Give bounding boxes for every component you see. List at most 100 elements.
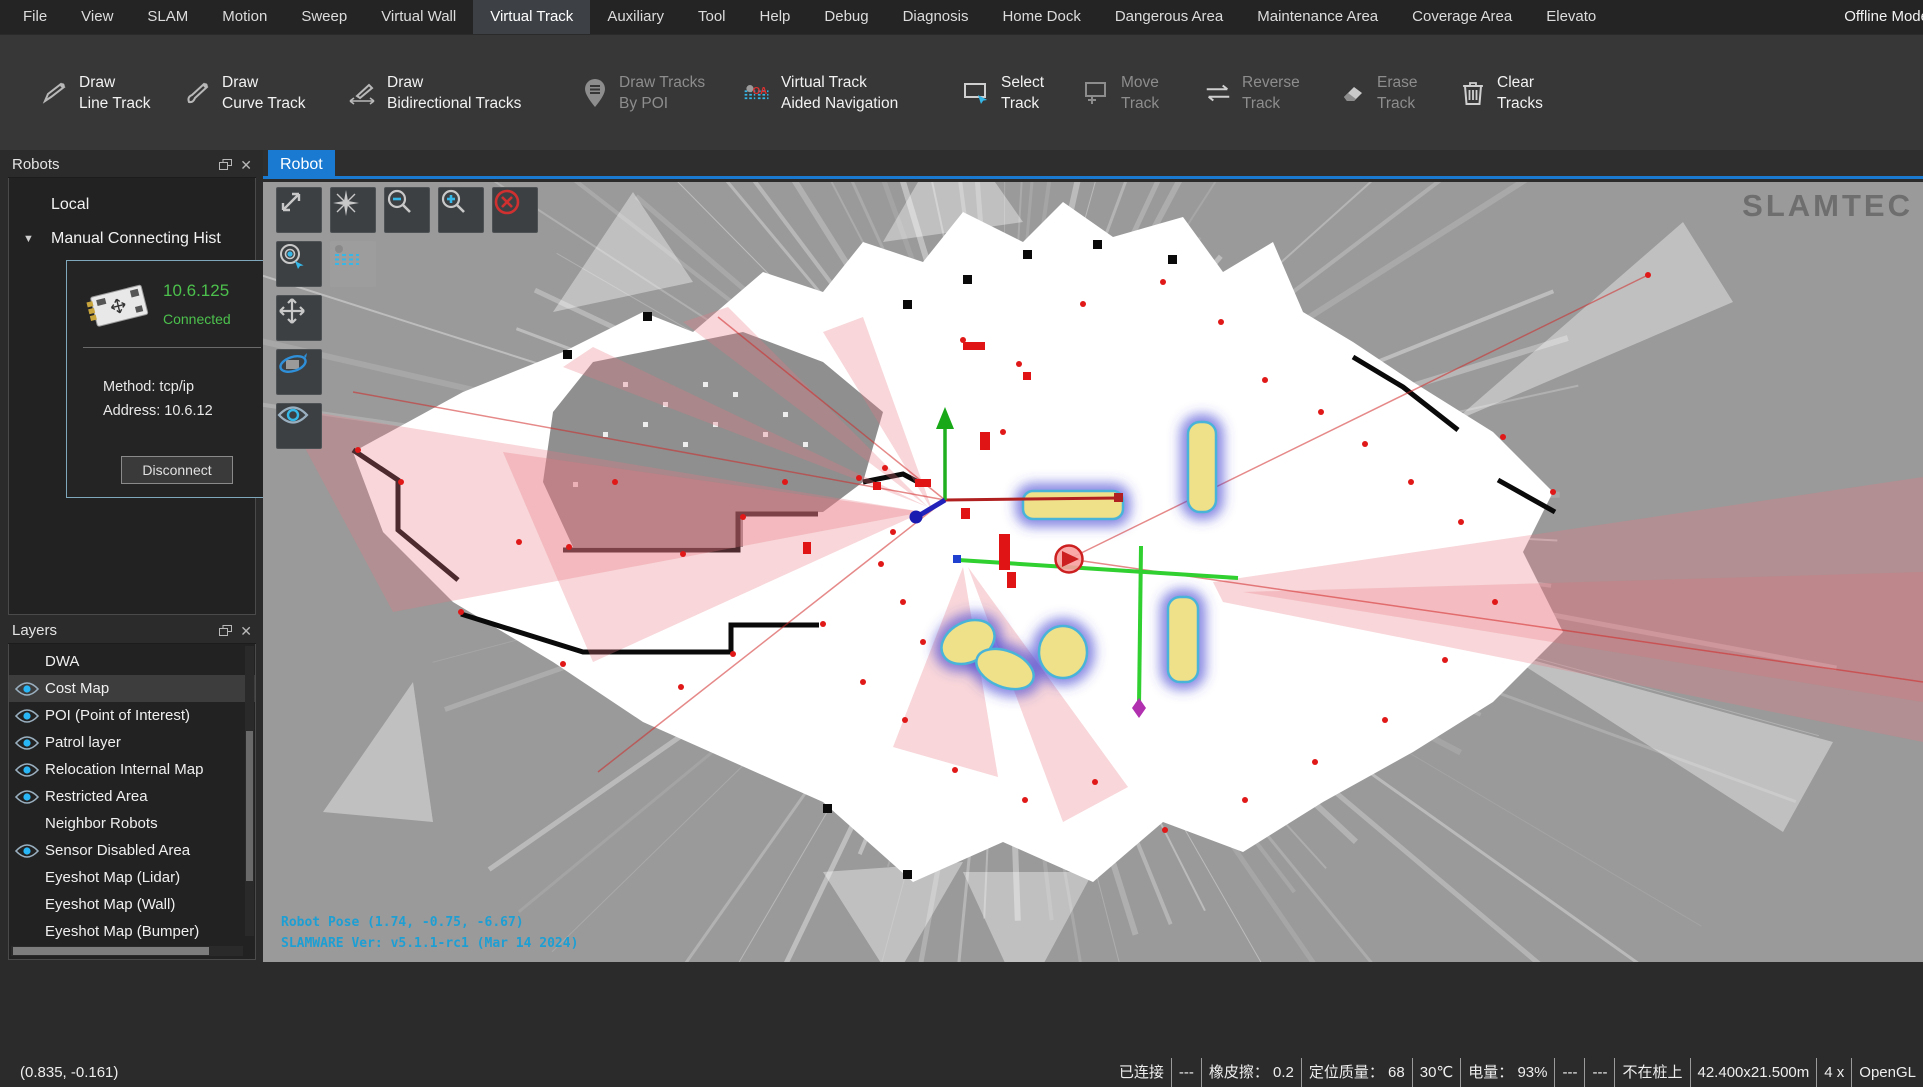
tree-item-manual-connecting[interactable]: ▼ Manual Connecting Hist bbox=[9, 222, 255, 256]
layer-label: Sensor Disabled Area bbox=[45, 842, 190, 859]
menu-item-elevato[interactable]: Elevato bbox=[1529, 0, 1613, 34]
layer-label: Neighbor Robots bbox=[45, 815, 158, 832]
compass-star-button[interactable] bbox=[330, 187, 376, 233]
status-segment: 橡皮擦： 0.2 bbox=[1201, 1058, 1301, 1087]
cursor-coordinates: (0.835, -0.161) bbox=[20, 1058, 118, 1087]
layer-label: POI (Point of Interest) bbox=[45, 707, 190, 724]
menu-item-maintenance-area[interactable]: Maintenance Area bbox=[1240, 0, 1395, 34]
select-rect-icon bbox=[962, 76, 992, 110]
layers-horizontal-scrollbar[interactable] bbox=[11, 946, 243, 956]
status-segment: 已连接 bbox=[1112, 1058, 1171, 1087]
layer-label: Restricted Area bbox=[45, 788, 148, 805]
cancel-button[interactable] bbox=[492, 187, 538, 233]
slamtec-watermark: SLAMTEC bbox=[1742, 188, 1913, 224]
fit-view-button[interactable] bbox=[276, 187, 322, 233]
reverse-arrows-icon bbox=[1203, 76, 1233, 110]
rotate-view-button[interactable] bbox=[276, 349, 322, 395]
layer-row-neighbor-robots[interactable]: Neighbor Robots bbox=[9, 810, 255, 837]
eye-visibility-icon[interactable] bbox=[15, 735, 39, 751]
menu-item-virtual-track[interactable]: Virtual Track bbox=[473, 0, 590, 34]
tree-item-local[interactable]: Local bbox=[9, 188, 255, 222]
layer-label: Relocation Internal Map bbox=[45, 761, 203, 778]
robot-ip: 10.6.125 bbox=[163, 281, 229, 301]
connection-method: Method: tcp/ip bbox=[103, 379, 194, 395]
clear-tracks-button[interactable]: ClearTracks bbox=[1458, 35, 1543, 151]
menu-item-auxiliary[interactable]: Auxiliary bbox=[590, 0, 681, 34]
menu-item-motion[interactable]: Motion bbox=[205, 0, 284, 34]
float-panel-icon[interactable] bbox=[219, 152, 232, 178]
robots-panel-title: Robots ✕ bbox=[8, 152, 256, 178]
layer-row-eyeshot-map-wall-[interactable]: Eyeshot Map (Wall) bbox=[9, 891, 255, 918]
draw-tracks-by-poi-button: Draw TracksBy POI bbox=[580, 35, 705, 151]
close-panel-icon[interactable]: ✕ bbox=[240, 152, 252, 178]
map-canvas[interactable]: SLAMTEC Robot Pose (1.74, -0.75, -6.67) … bbox=[263, 182, 1923, 962]
draw-bidirectional-tracks-button[interactable]: DrawBidirectional Tracks bbox=[348, 35, 521, 151]
erase-track-button: EraseTrack bbox=[1338, 35, 1418, 151]
layer-row-sensor-disabled-area[interactable]: Sensor Disabled Area bbox=[9, 837, 255, 864]
eye-visibility-icon[interactable] bbox=[15, 789, 39, 805]
eye-visibility-icon[interactable] bbox=[15, 843, 39, 859]
robot-pose-text: Robot Pose (1.74, -0.75, -6.67) bbox=[281, 912, 578, 933]
float-panel-icon[interactable] bbox=[219, 618, 232, 644]
menu-item-help[interactable]: Help bbox=[743, 0, 808, 34]
layer-row-eyeshot-map-lidar-[interactable]: Eyeshot Map (Lidar) bbox=[9, 864, 255, 891]
visibility-button[interactable] bbox=[276, 403, 322, 449]
layer-row-dwa[interactable]: DWA bbox=[9, 648, 255, 675]
menu-item-slam[interactable]: SLAM bbox=[130, 0, 205, 34]
tree-expand-arrow-icon[interactable]: ▼ bbox=[23, 222, 34, 256]
track-endpoint bbox=[953, 555, 961, 563]
layer-row-poi-point-of-interest-[interactable]: POI (Point of Interest) bbox=[9, 702, 255, 729]
status-segment: 不在桩上 bbox=[1614, 1058, 1689, 1087]
menu-item-sweep[interactable]: Sweep bbox=[284, 0, 364, 34]
lidar-scan-button bbox=[330, 241, 376, 287]
zoom-in-button[interactable] bbox=[438, 187, 484, 233]
menu-item-file[interactable]: File bbox=[6, 0, 64, 34]
menu-item-view[interactable]: View bbox=[64, 0, 130, 34]
menu-item-coverage-area[interactable]: Coverage Area bbox=[1395, 0, 1529, 34]
menu-item-home-dock[interactable]: Home Dock bbox=[985, 0, 1097, 34]
disconnect-button[interactable]: Disconnect bbox=[121, 456, 233, 484]
layer-row-patrol-layer[interactable]: Patrol layer bbox=[9, 729, 255, 756]
menu-bar: FileViewSLAMMotionSweepVirtual WallVirtu… bbox=[0, 0, 1923, 34]
eye-visibility-icon[interactable] bbox=[15, 762, 39, 778]
oa-navigation-icon: OA bbox=[742, 76, 772, 110]
menu-item-tool[interactable]: Tool bbox=[681, 0, 743, 34]
pencil-curve-icon bbox=[183, 76, 213, 110]
menu-item-diagnosis[interactable]: Diagnosis bbox=[886, 0, 986, 34]
status-segment: --- bbox=[1554, 1058, 1584, 1087]
robots-panel: Local ▼ Manual Connecting Hist 10.6.125 … bbox=[8, 178, 256, 615]
application-window: FileViewSLAMMotionSweepVirtual WallVirtu… bbox=[0, 0, 1923, 1087]
eye-visibility-icon[interactable] bbox=[15, 681, 39, 697]
zoom-out-button[interactable] bbox=[384, 187, 430, 233]
layer-row-relocation-internal-map[interactable]: Relocation Internal Map bbox=[9, 756, 255, 783]
menu-item-dangerous-area[interactable]: Dangerous Area bbox=[1098, 0, 1240, 34]
connection-address: Address: 10.6.12 bbox=[103, 403, 213, 419]
select-track-button[interactable]: SelectTrack bbox=[962, 35, 1044, 151]
layers-vertical-scrollbar[interactable] bbox=[245, 646, 254, 936]
layer-row-eyeshot-map-bumper-[interactable]: Eyeshot Map (Bumper) bbox=[9, 918, 255, 945]
slamware-version-text: SLAMWARE Ver: v5.1.1-rc1 (Mar 14 2024) bbox=[281, 933, 578, 954]
draw-curve-track-button[interactable]: DrawCurve Track bbox=[183, 35, 306, 151]
reverse-track-button: ReverseTrack bbox=[1203, 35, 1300, 151]
status-segment: --- bbox=[1171, 1058, 1201, 1087]
virtual-track-aided-navigation-button[interactable]: OA Virtual TrackAided Navigation bbox=[742, 35, 898, 151]
layer-row-restricted-area[interactable]: Restricted Area bbox=[9, 783, 255, 810]
menu-item-debug[interactable]: Debug bbox=[807, 0, 885, 34]
locate-robot-button[interactable] bbox=[276, 241, 322, 287]
layer-row-cost-map[interactable]: Cost Map bbox=[9, 675, 255, 702]
status-segment: --- bbox=[1584, 1058, 1614, 1087]
layer-label: Eyeshot Map (Wall) bbox=[45, 896, 175, 913]
robot-connection-card: 10.6.125 Connected Method: tcp/ip Addres… bbox=[66, 260, 266, 498]
layer-label: Cost Map bbox=[45, 680, 109, 697]
eye-visibility-icon[interactable] bbox=[15, 708, 39, 724]
move-rect-icon bbox=[1082, 76, 1112, 110]
status-segments: 已连接---橡皮擦： 0.2定位质量： 6830℃电量： 93%------不在… bbox=[1112, 1058, 1923, 1087]
robot-marker bbox=[1056, 546, 1083, 573]
close-panel-icon[interactable]: ✕ bbox=[240, 618, 252, 644]
draw-line-track-button[interactable]: DrawLine Track bbox=[40, 35, 151, 151]
tab-robot[interactable]: Robot bbox=[268, 150, 335, 179]
menu-item-virtual-wall[interactable]: Virtual Wall bbox=[364, 0, 473, 34]
pan-button[interactable] bbox=[276, 295, 322, 341]
poi-pin-icon bbox=[580, 76, 610, 110]
map-tab-bar: Robot bbox=[263, 150, 1923, 179]
